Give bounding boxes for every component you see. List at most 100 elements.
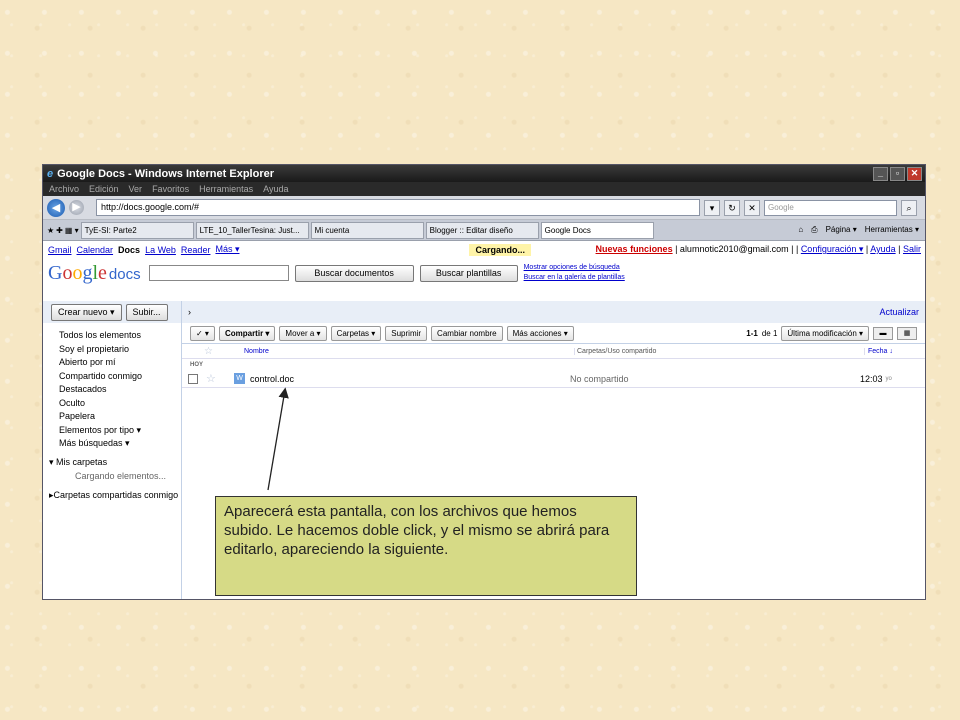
menu-ayuda[interactable]: Ayuda: [263, 184, 288, 194]
menu-archivo[interactable]: Archivo: [49, 184, 79, 194]
sidebar-item-by-type[interactable]: Elementos por tipo ▾: [43, 424, 181, 438]
tab-blogger[interactable]: Blogger :: Editar diseño: [425, 221, 539, 239]
expand-down-icon: ▾: [49, 456, 54, 467]
file-sharing: No compartido: [570, 373, 629, 384]
docs-toolbar: ✓ ▾ Compartir ▾ Mover a ▾ Carpetas ▾ Sup…: [182, 323, 925, 344]
maximize-icon[interactable]: ▫: [890, 166, 905, 181]
menu-herramientas[interactable]: Herramientas: [199, 184, 253, 194]
minimize-icon[interactable]: _: [873, 166, 888, 181]
file-name[interactable]: control.doc: [250, 374, 568, 384]
add-favorite-icon[interactable]: ✚: [56, 226, 63, 235]
dropdown-icon[interactable]: ▾: [704, 199, 720, 216]
list-view-icon[interactable]: ▬: [873, 326, 893, 340]
more-actions-button[interactable]: Más acciones ▾: [506, 325, 574, 341]
tab-google-docs[interactable]: Google Docs: [540, 221, 654, 239]
menu-bar: Archivo Edición Ver Favoritos Herramient…: [43, 182, 925, 196]
tab-tye-si[interactable]: TyE-SI: Parte2: [80, 221, 194, 239]
upload-button[interactable]: Subir...: [125, 303, 168, 321]
forward-icon[interactable]: ▶: [69, 200, 84, 215]
column-name[interactable]: Nombre: [244, 348, 574, 355]
move-to-button[interactable]: Mover a ▾: [279, 325, 327, 341]
document-icon: W: [234, 373, 245, 384]
title-bar: e Google Docs - Windows Internet Explore…: [43, 165, 925, 182]
sidebar-item-trash[interactable]: Papelera: [43, 410, 181, 424]
address-bar: ◀ ▶ http://docs.google.com/# ▾ ↻ ✕ Googl…: [43, 196, 925, 220]
browser-search-input[interactable]: Google: [764, 199, 897, 216]
sidebar-item-all[interactable]: Todos los elementos: [43, 329, 181, 343]
sidebar: Crear nuevo ▾ Subir... Todos los element…: [43, 301, 181, 599]
rename-button[interactable]: Cambiar nombre: [431, 325, 503, 341]
google-docs-logo[interactable]: Google docs: [48, 262, 141, 285]
star-column-icon[interactable]: ☆: [182, 346, 244, 357]
star-icon[interactable]: ☆: [206, 372, 230, 385]
google-bar: Gmail Calendar Docs La Web Reader Más ▾ …: [43, 241, 925, 258]
gbar-reader[interactable]: Reader: [181, 245, 211, 255]
page-range: 1-1: [746, 328, 758, 338]
select-checkbox-button[interactable]: ✓ ▾: [190, 325, 215, 341]
sort-button[interactable]: Última modificación ▾: [781, 325, 869, 341]
quick-tabs-icon[interactable]: ▦ ▾: [65, 226, 79, 235]
share-button[interactable]: Compartir ▾: [218, 325, 276, 341]
settings-link[interactable]: Configuración ▾: [801, 244, 864, 254]
docs-header: Google docs Buscar documentos Buscar plan…: [43, 258, 925, 288]
home-icon[interactable]: ⌂: [798, 225, 803, 235]
template-gallery-link[interactable]: Buscar en la galería de plantillas: [524, 273, 625, 283]
update-link[interactable]: Actualizar: [879, 307, 925, 317]
search-options-link[interactable]: Mostrar opciones de búsqueda: [524, 263, 625, 273]
search-templates-button[interactable]: Buscar plantillas: [419, 264, 518, 282]
table-row[interactable]: ☆ W control.doc No compartido 12:03 yo: [182, 370, 925, 388]
menu-favoritos[interactable]: Favoritos: [152, 184, 189, 194]
url-field[interactable]: http://docs.google.com/#: [96, 199, 700, 216]
tab-lte[interactable]: LTE_10_TallerTesina: Just...: [195, 221, 309, 239]
close-icon[interactable]: ✕: [907, 166, 922, 181]
annotation-callout: Aparecerá esta pantalla, con los archivo…: [215, 496, 637, 596]
docs-search-input[interactable]: [148, 265, 289, 281]
account-email: | alumnotic2010@gmail.com | |: [675, 244, 799, 254]
back-icon[interactable]: ◀: [47, 198, 65, 217]
refresh-icon[interactable]: ↻: [724, 199, 740, 216]
gbar-gmail[interactable]: Gmail: [48, 245, 72, 255]
loading-indicator: Cargando...: [469, 243, 531, 256]
sidebar-item-hidden[interactable]: Oculto: [43, 397, 181, 411]
sign-out-link[interactable]: Salir: [903, 244, 921, 254]
new-features-link[interactable]: Nuevas funciones: [596, 244, 673, 254]
page-menu[interactable]: Página ▾: [826, 225, 857, 235]
sidebar-item-more-searches[interactable]: Más búsquedas ▾: [43, 437, 181, 451]
shared-folders[interactable]: ▸Carpetas compartidas conmigo: [43, 488, 181, 502]
gbar-web[interactable]: La Web: [145, 245, 176, 255]
delete-button[interactable]: Suprimir: [385, 325, 428, 341]
file-time: 12:03: [860, 373, 883, 384]
my-folders[interactable]: ▾ Mis carpetas: [43, 455, 181, 469]
column-folders[interactable]: Carpetas/Uso compartido: [574, 347, 864, 355]
sidebar-item-opened[interactable]: Abierto por mí: [43, 356, 181, 370]
tabs-bar: ★ ✚ ▦ ▾ TyE-SI: Parte2 LTE_10_TallerTesi…: [43, 220, 925, 241]
gbar-separator: |: [898, 244, 901, 254]
menu-ver[interactable]: Ver: [129, 184, 143, 194]
search-icon[interactable]: ⌕: [901, 199, 917, 216]
main-strip: › Actualizar: [182, 301, 925, 323]
tab-mi-cuenta[interactable]: Mi cuenta: [310, 221, 424, 239]
sidebar-item-owned[interactable]: Soy el propietario: [43, 343, 181, 357]
sidebar-item-starred[interactable]: Destacados: [43, 383, 181, 397]
gbar-more[interactable]: Más ▾: [215, 244, 239, 255]
stop-icon[interactable]: ✕: [744, 199, 760, 216]
menu-edicion[interactable]: Edición: [89, 184, 119, 194]
column-date[interactable]: Fecha ↓: [864, 347, 893, 355]
file-modified-by: yo: [885, 375, 892, 382]
print-icon[interactable]: ⎙: [811, 225, 817, 235]
sidebar-item-shared[interactable]: Compartido conmigo: [43, 370, 181, 384]
create-new-button[interactable]: Crear nuevo ▾: [51, 303, 122, 321]
loading-elements: Cargando elementos...: [75, 470, 167, 481]
row-checkbox[interactable]: [188, 373, 198, 384]
help-link[interactable]: Ayuda: [870, 244, 895, 254]
grid-view-icon[interactable]: ▦: [897, 326, 917, 340]
favorites-star-icon[interactable]: ★: [47, 226, 54, 235]
collapse-arrow-icon[interactable]: ›: [188, 307, 191, 317]
gbar-separator: |: [865, 244, 869, 254]
gbar-docs[interactable]: Docs: [118, 245, 140, 255]
search-docs-button[interactable]: Buscar documentos: [294, 264, 414, 282]
tools-menu[interactable]: Herramientas ▾: [865, 225, 919, 235]
folders-button[interactable]: Carpetas ▾: [330, 325, 382, 341]
gbar-calendar[interactable]: Calendar: [77, 245, 114, 255]
column-header: ☆ Nombre Carpetas/Uso compartido Fecha ↓: [182, 344, 925, 359]
